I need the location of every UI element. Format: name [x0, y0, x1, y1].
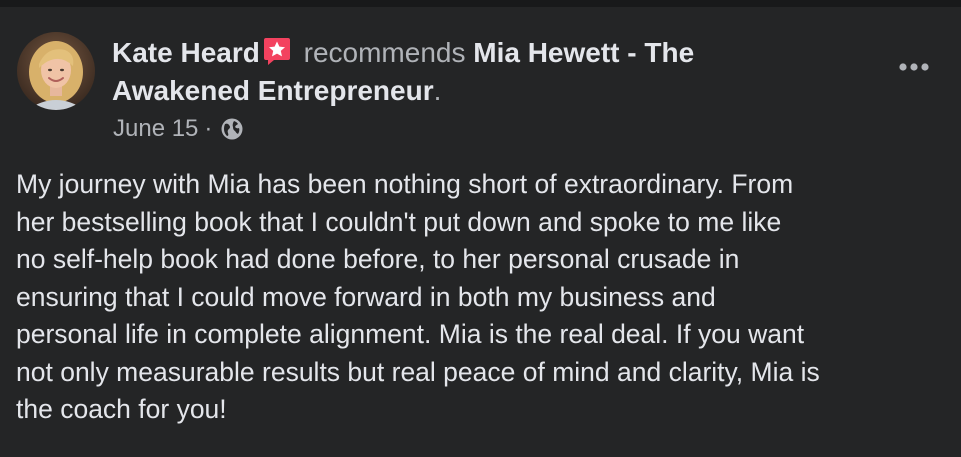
recommendation-post: Kate Heard recommends Mia Hewett - The A…	[0, 7, 961, 457]
post-header: Kate Heard recommends Mia Hewett - The A…	[112, 34, 832, 110]
star-badge-icon	[262, 36, 292, 66]
ellipsis-icon	[899, 63, 929, 71]
post-date[interactable]: June 15	[113, 115, 198, 143]
action-verb: recommends	[303, 37, 466, 68]
top-divider	[0, 0, 961, 7]
meta-separator: ·	[204, 115, 213, 142]
header-period: .	[433, 75, 442, 106]
more-options-button[interactable]	[890, 52, 938, 82]
author-avatar[interactable]	[17, 32, 95, 110]
author-name[interactable]: Kate Heard	[112, 37, 260, 68]
globe-icon[interactable]	[220, 117, 244, 141]
post-body-text: My journey with Mia has been nothing sho…	[16, 169, 820, 424]
post-meta: June 15 ·	[113, 115, 244, 143]
